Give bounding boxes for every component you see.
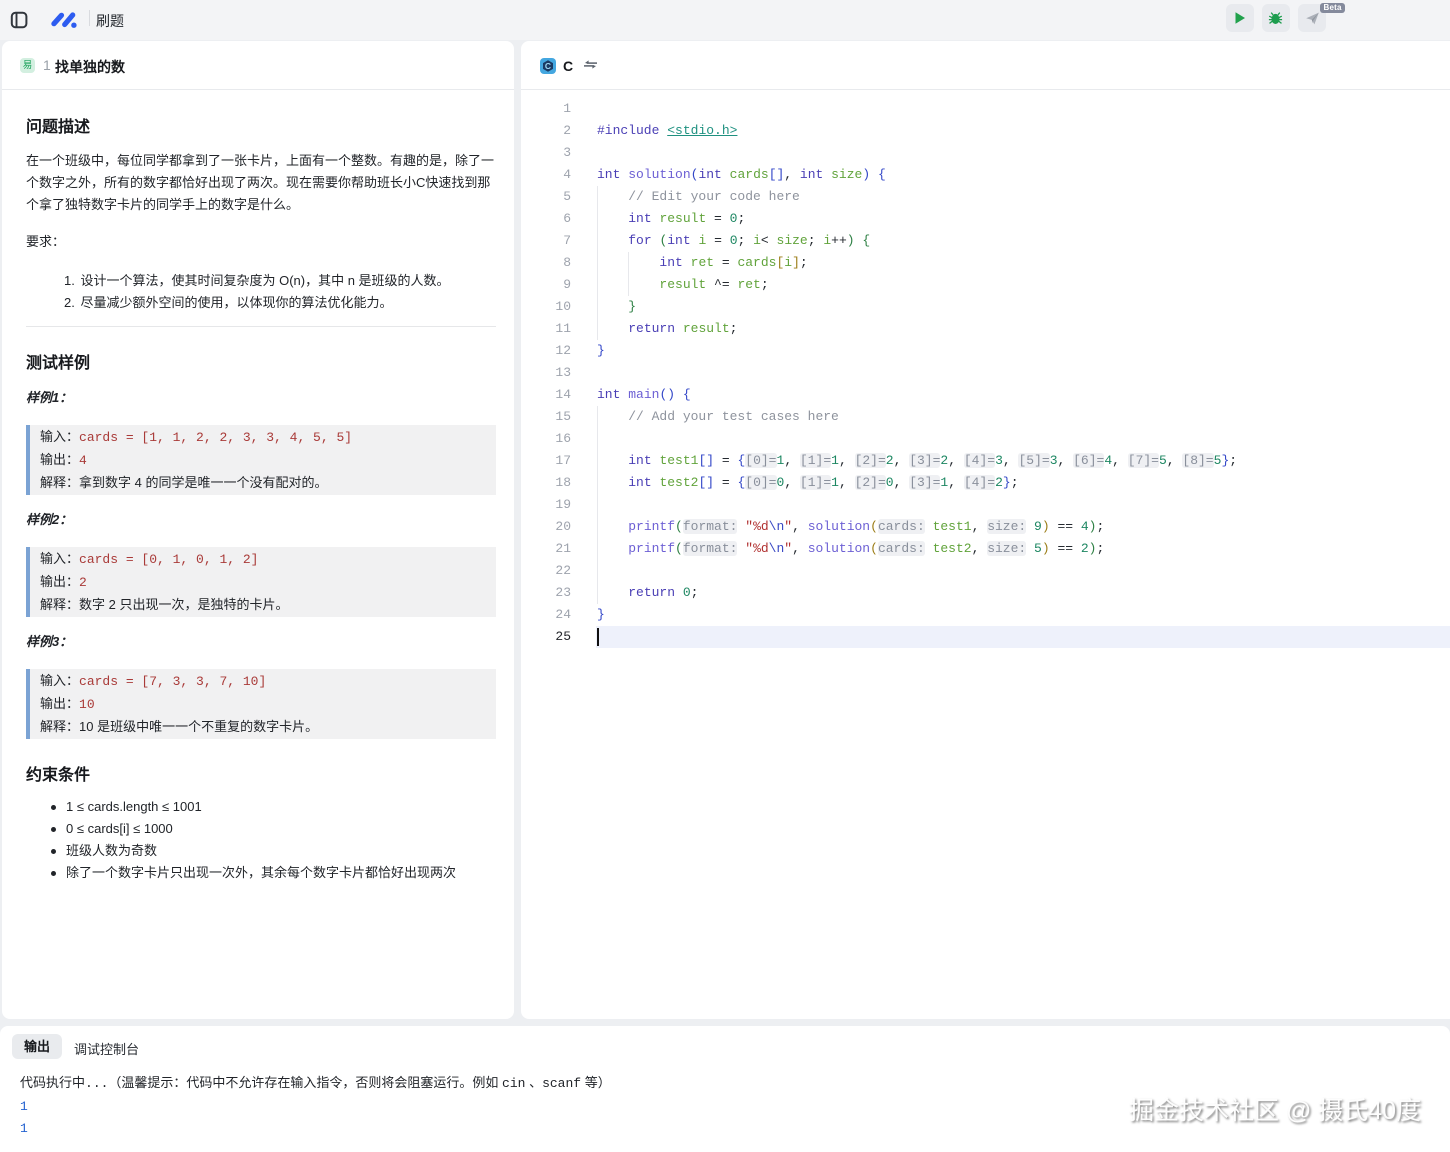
svg-text:C: C: [545, 61, 551, 71]
